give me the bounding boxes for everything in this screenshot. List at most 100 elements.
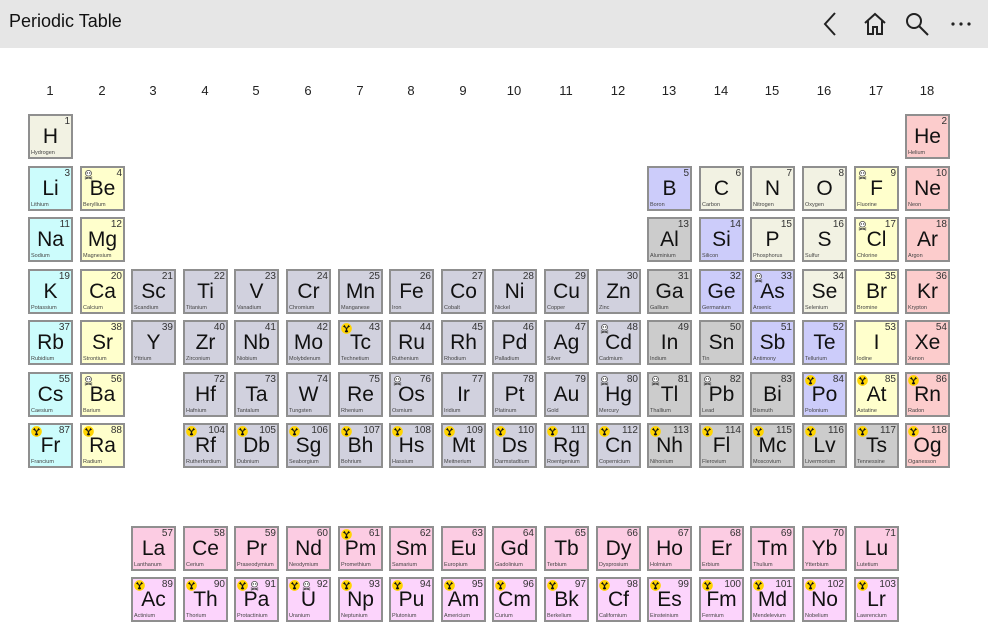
element-cell-tennessine[interactable]: 117 Ts Tennessine	[854, 423, 899, 468]
element-cell-oxygen[interactable]: 8 O Oxygen	[802, 166, 847, 211]
element-cell-tin[interactable]: 50 Sn Tin	[699, 320, 744, 365]
element-cell-lawrencium[interactable]: 103 Lr Lawrencium	[854, 577, 899, 622]
element-cell-sodium[interactable]: 11 Na Sodium	[28, 217, 73, 262]
element-cell-gallium[interactable]: 31 Ga Gallium	[647, 269, 692, 314]
element-cell-barium[interactable]: 56 Ba Barium	[80, 372, 125, 417]
element-cell-lutetium[interactable]: 71 Lu Lutetium	[854, 526, 899, 571]
element-cell-cerium[interactable]: 58 Ce Cerium	[183, 526, 228, 571]
element-cell-protactinium[interactable]: 91 Pa Protactinium	[234, 577, 279, 622]
element-cell-californium[interactable]: 98 Cf Californium	[596, 577, 641, 622]
element-cell-vanadium[interactable]: 23 V Vanadium	[234, 269, 279, 314]
element-cell-sulfur[interactable]: 16 S Sulfur	[802, 217, 847, 262]
element-cell-promethium[interactable]: 61 Pm Promethium	[338, 526, 383, 571]
element-cell-boron[interactable]: 5 B Boron	[647, 166, 692, 211]
element-cell-hydrogen[interactable]: 1 H Hydrogen	[28, 114, 73, 159]
element-cell-yttrium[interactable]: 39 Y Yttrium	[131, 320, 176, 365]
element-cell-roentgenium[interactable]: 111 Rg Roentgenium	[544, 423, 589, 468]
element-cell-francium[interactable]: 87 Fr Francium	[28, 423, 73, 468]
element-cell-bismuth[interactable]: 83 Bi Bismuth	[750, 372, 795, 417]
element-cell-arsenic[interactable]: 33 As Arsenic	[750, 269, 795, 314]
element-cell-cobalt[interactable]: 27 Co Cobalt	[441, 269, 486, 314]
element-cell-copper[interactable]: 29 Cu Copper	[544, 269, 589, 314]
element-cell-seaborgium[interactable]: 106 Sg Seaborgium	[286, 423, 331, 468]
element-cell-uranium[interactable]: 92 U Uranium	[286, 577, 331, 622]
element-cell-astatine[interactable]: 85 At Astatine	[854, 372, 899, 417]
element-cell-helium[interactable]: 2 He Helium	[905, 114, 950, 159]
element-cell-nickel[interactable]: 28 Ni Nickel	[492, 269, 537, 314]
element-cell-zirconium[interactable]: 40 Zr Zirconium	[183, 320, 228, 365]
element-cell-fermium[interactable]: 100 Fm Fermium	[699, 577, 744, 622]
element-cell-terbium[interactable]: 65 Tb Terbium	[544, 526, 589, 571]
element-cell-phosphorus[interactable]: 15 P Phosphorus	[750, 217, 795, 262]
element-cell-neodymium[interactable]: 60 Nd Neodymium	[286, 526, 331, 571]
element-cell-caesium[interactable]: 55 Cs Caesium	[28, 372, 73, 417]
element-cell-krypton[interactable]: 36 Kr Krypton	[905, 269, 950, 314]
element-cell-gadolinium[interactable]: 64 Gd Gadolinium	[492, 526, 537, 571]
element-cell-beryllium[interactable]: 4 Be Beryllium	[80, 166, 125, 211]
element-cell-lanthanum[interactable]: 57 La Lanthanum	[131, 526, 176, 571]
element-cell-platinum[interactable]: 78 Pt Platinum	[492, 372, 537, 417]
element-cell-hassium[interactable]: 108 Hs Hassium	[389, 423, 434, 468]
element-cell-thulium[interactable]: 69 Tm Thulium	[750, 526, 795, 571]
element-cell-chromium[interactable]: 24 Cr Chromium	[286, 269, 331, 314]
element-cell-bromine[interactable]: 35 Br Bromine	[854, 269, 899, 314]
element-cell-erbium[interactable]: 68 Er Erbium	[699, 526, 744, 571]
home-icon[interactable]	[859, 8, 891, 40]
element-cell-mendelevium[interactable]: 101 Md Mendelevium	[750, 577, 795, 622]
element-cell-silicon[interactable]: 14 Si Silicon	[699, 217, 744, 262]
element-cell-rhodium[interactable]: 45 Rh Rhodium	[441, 320, 486, 365]
element-cell-antimony[interactable]: 51 Sb Antimony	[750, 320, 795, 365]
element-cell-dysprosium[interactable]: 66 Dy Dysprosium	[596, 526, 641, 571]
element-cell-silver[interactable]: 47 Ag Silver	[544, 320, 589, 365]
element-cell-chlorine[interactable]: 17 Cl Chlorine	[854, 217, 899, 262]
element-cell-radium[interactable]: 88 Ra Radium	[80, 423, 125, 468]
element-cell-thallium[interactable]: 81 Tl Thallium	[647, 372, 692, 417]
element-cell-darmstadtium[interactable]: 110 Ds Darmstadtium	[492, 423, 537, 468]
element-cell-germanium[interactable]: 32 Ge Germanium	[699, 269, 744, 314]
element-cell-aluminium[interactable]: 13 Al Aluminium	[647, 217, 692, 262]
element-cell-meitnerium[interactable]: 109 Mt Meitnerium	[441, 423, 486, 468]
element-cell-flerovium[interactable]: 114 Fl Flerovium	[699, 423, 744, 468]
element-cell-rutherfordium[interactable]: 104 Rf Rutherfordium	[183, 423, 228, 468]
element-cell-livermorium[interactable]: 116 Lv Livermorium	[802, 423, 847, 468]
element-cell-palladium[interactable]: 46 Pd Palladium	[492, 320, 537, 365]
element-cell-oganesson[interactable]: 118 Og Oganesson	[905, 423, 950, 468]
element-cell-argon[interactable]: 18 Ar Argon	[905, 217, 950, 262]
element-cell-tantalum[interactable]: 73 Ta Tantalum	[234, 372, 279, 417]
element-cell-potassium[interactable]: 19 K Potassium	[28, 269, 73, 314]
element-cell-zinc[interactable]: 30 Zn Zinc	[596, 269, 641, 314]
search-icon[interactable]	[901, 8, 933, 40]
element-cell-dubnium[interactable]: 105 Db Dubnium	[234, 423, 279, 468]
element-cell-indium[interactable]: 49 In Indium	[647, 320, 692, 365]
element-cell-tungsten[interactable]: 74 W Tungsten	[286, 372, 331, 417]
element-cell-tellurium[interactable]: 52 Te Tellurium	[802, 320, 847, 365]
more-icon[interactable]	[945, 8, 977, 40]
element-cell-scandium[interactable]: 21 Sc Scandium	[131, 269, 176, 314]
element-cell-nihonium[interactable]: 113 Nh Nihonium	[647, 423, 692, 468]
element-cell-praseodymium[interactable]: 59 Pr Praseodymium	[234, 526, 279, 571]
element-cell-carbon[interactable]: 6 C Carbon	[699, 166, 744, 211]
element-cell-neptunium[interactable]: 93 Np Neptunium	[338, 577, 383, 622]
element-cell-samarium[interactable]: 62 Sm Samarium	[389, 526, 434, 571]
element-cell-iridium[interactable]: 77 Ir Iridium	[441, 372, 486, 417]
element-cell-osmium[interactable]: 76 Os Osmium	[389, 372, 434, 417]
element-cell-americium[interactable]: 95 Am Americium	[441, 577, 486, 622]
element-cell-ytterbium[interactable]: 70 Yb Ytterbium	[802, 526, 847, 571]
element-cell-lead[interactable]: 82 Pb Lead	[699, 372, 744, 417]
element-cell-europium[interactable]: 63 Eu Europium	[441, 526, 486, 571]
element-cell-nobelium[interactable]: 102 No Nobelium	[802, 577, 847, 622]
element-cell-einsteinium[interactable]: 99 Es Einsteinium	[647, 577, 692, 622]
element-cell-iodine[interactable]: 53 I Iodine	[854, 320, 899, 365]
element-cell-bohrium[interactable]: 107 Bh Bohrium	[338, 423, 383, 468]
element-cell-curium[interactable]: 96 Cm Curium	[492, 577, 537, 622]
element-cell-rubidium[interactable]: 37 Rb Rubidium	[28, 320, 73, 365]
element-cell-rhenium[interactable]: 75 Re Rhenium	[338, 372, 383, 417]
element-cell-mercury[interactable]: 80 Hg Mercury	[596, 372, 641, 417]
element-cell-magnesium[interactable]: 12 Mg Magnesium	[80, 217, 125, 262]
element-cell-niobium[interactable]: 41 Nb Niobium	[234, 320, 279, 365]
element-cell-calcium[interactable]: 20 Ca Calcium	[80, 269, 125, 314]
element-cell-titanium[interactable]: 22 Ti Titanium	[183, 269, 228, 314]
element-cell-actinium[interactable]: 89 Ac Actinium	[131, 577, 176, 622]
element-cell-xenon[interactable]: 54 Xe Xenon	[905, 320, 950, 365]
element-cell-ruthenium[interactable]: 44 Ru Ruthenium	[389, 320, 434, 365]
